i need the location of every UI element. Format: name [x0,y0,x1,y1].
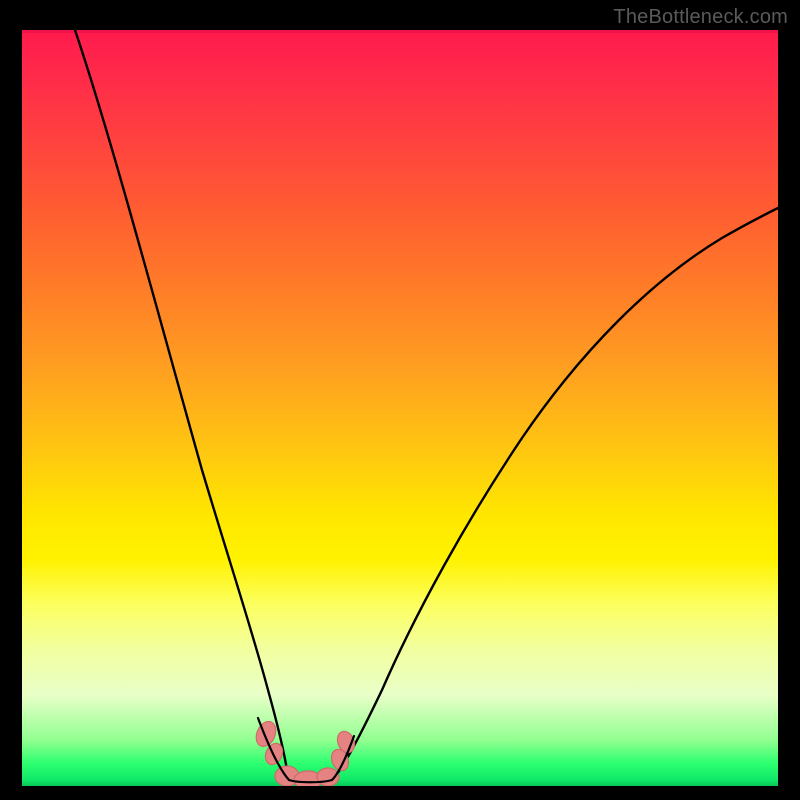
watermark-text: TheBottleneck.com [613,6,788,29]
plot-inner [22,30,778,786]
plot-area [22,30,778,786]
valley-marker [22,30,778,786]
chart-frame: TheBottleneck.com [0,0,800,800]
